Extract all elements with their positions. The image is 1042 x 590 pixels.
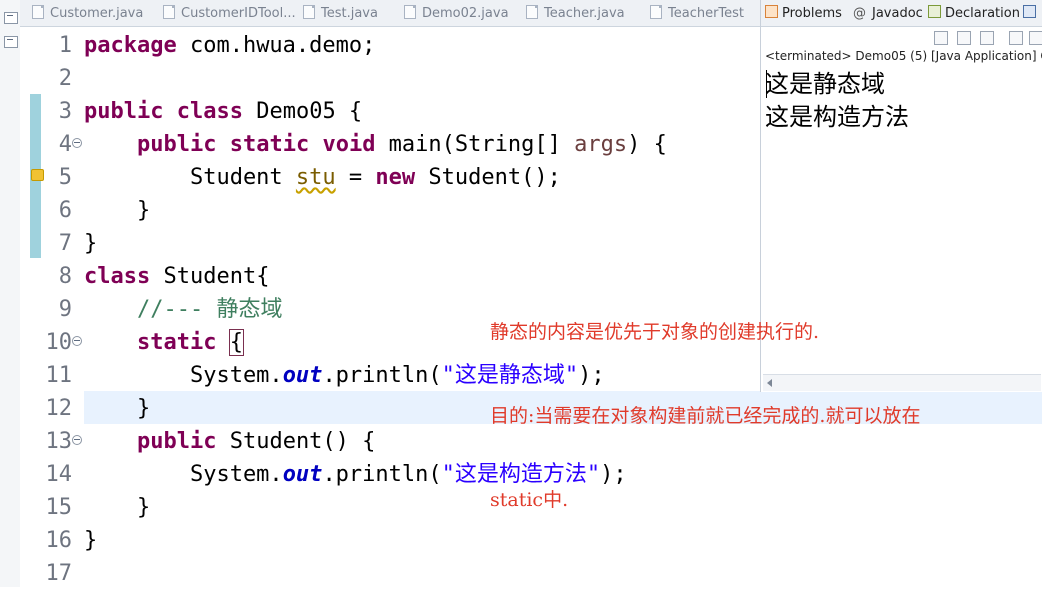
java-file-icon	[32, 5, 44, 19]
fold-toggle-icon[interactable]	[72, 336, 82, 346]
fold-toggle-icon[interactable]	[72, 435, 82, 445]
console-output-line: 这是构造方法	[765, 103, 909, 131]
tab-console[interactable]	[1023, 3, 1040, 25]
clear-console-icon[interactable]	[1009, 31, 1023, 45]
code-line: }	[84, 528, 98, 553]
tab-javadoc[interactable]: @ Javadoc	[853, 3, 923, 25]
editor-tab[interactable]: TeacherTest	[650, 3, 744, 25]
line-number: 16	[45, 528, 73, 553]
declaration-icon	[928, 5, 941, 18]
code-line: }	[84, 198, 151, 223]
line-number: 13	[45, 429, 73, 454]
line-number: 3	[58, 99, 72, 124]
unused-variable: stu	[295, 165, 336, 190]
line-number: 5	[58, 165, 72, 190]
java-file-icon	[404, 5, 416, 19]
code-line: }	[84, 396, 151, 421]
editor-tab[interactable]: Demo02.java	[404, 3, 509, 25]
line-number: 17	[45, 561, 73, 586]
remove-all-launches-icon[interactable]	[980, 31, 994, 45]
editor-tab[interactable]: Customer.java	[32, 3, 143, 25]
java-file-icon	[303, 5, 315, 19]
left-trim-toolbar	[0, 0, 21, 587]
annotation-note: 静态的内容是优先于对象的创建执行的. 目的:当需要在对象构建前就已经完成的.就可…	[490, 262, 1042, 542]
code-line: //--- 静态域	[136, 297, 283, 322]
line-number: 10	[45, 330, 73, 355]
line-number: 1	[58, 33, 72, 58]
restore-icon[interactable]	[4, 12, 18, 24]
java-file-icon	[163, 5, 175, 19]
remove-launch-icon[interactable]	[957, 31, 971, 45]
console-toolbar	[761, 26, 1042, 48]
editor-tab[interactable]: Teacher.java	[526, 3, 625, 25]
line-number: 14	[45, 462, 73, 487]
code-line: public Student() {	[136, 429, 376, 454]
annotation-line: static中.	[490, 489, 569, 511]
console-output[interactable]: 这是静态域 这是构造方法	[765, 68, 909, 134]
code-line: }	[84, 231, 98, 256]
code-line: class Student{	[84, 264, 270, 289]
line-number: 8	[58, 264, 72, 289]
matching-bracket: {	[228, 329, 244, 356]
java-file-icon	[650, 5, 662, 19]
code-line: package com.hwua.demo;	[84, 33, 376, 58]
outline-view-icon[interactable]	[4, 36, 18, 48]
code-line: public static void main(String[] args) {	[136, 132, 667, 157]
line-number: 11	[45, 363, 73, 388]
code-line: public class Demo05 {	[84, 99, 363, 124]
line-number: 6	[58, 198, 72, 223]
fold-toggle-icon[interactable]	[72, 138, 82, 148]
line-number: 12	[45, 396, 73, 421]
problems-icon	[765, 5, 778, 18]
view-tab-bar: Problems @ Javadoc Declaration	[761, 0, 1042, 27]
editor-tab[interactable]: CustomerIDTool...	[163, 3, 296, 25]
line-number: 4	[58, 132, 72, 157]
editor-tab-bar: Customer.java CustomerIDTool... Test.jav…	[20, 0, 760, 27]
console-output-line: 这是静态域	[765, 70, 885, 98]
editor-tab[interactable]: Test.java	[303, 3, 378, 25]
tab-problems[interactable]: Problems	[765, 3, 842, 25]
console-status: <terminated> Demo05 (5) [Java Applicatio…	[765, 49, 1042, 63]
scroll-lock-icon[interactable]	[1029, 31, 1042, 45]
annotation-line: 目的:当需要在对象构建前就已经完成的.就可以放在	[490, 405, 921, 427]
code-line: Student stu = new Student();	[84, 165, 561, 190]
line-number: 9	[58, 297, 72, 322]
annotation-line: 静态的内容是优先于对象的创建执行的.	[490, 321, 820, 343]
line-number: 2	[58, 66, 72, 91]
terminate-icon[interactable]	[934, 31, 948, 45]
code-line: }	[84, 495, 151, 520]
line-number: 15	[45, 495, 73, 520]
javadoc-icon: @	[853, 6, 866, 21]
console-icon	[1023, 5, 1036, 18]
tab-declaration[interactable]: Declaration	[928, 3, 1020, 25]
java-file-icon	[526, 5, 538, 19]
line-number: 7	[58, 231, 72, 256]
code-line: static {	[136, 329, 244, 356]
